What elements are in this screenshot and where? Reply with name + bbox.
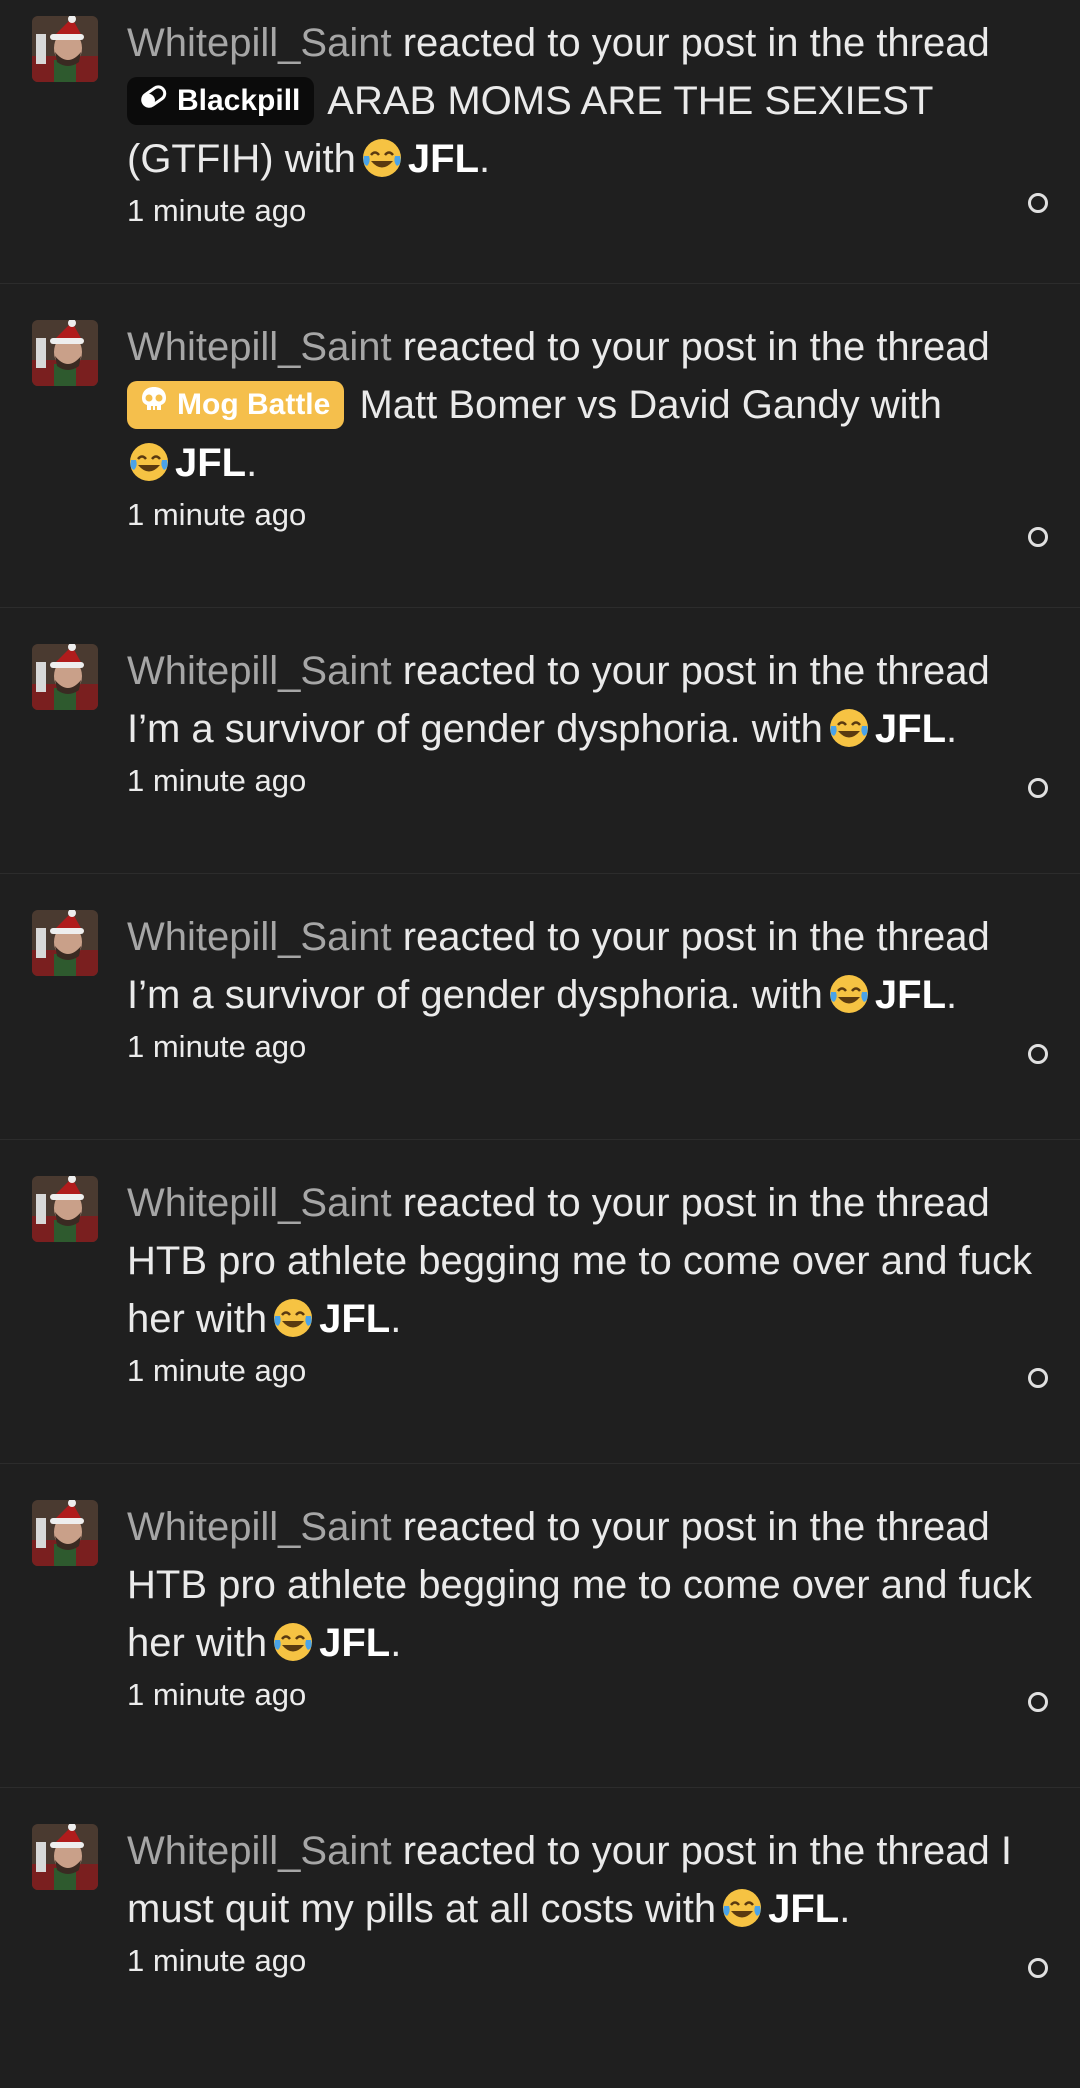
notification-text: Whitepill_Saint reacted to your post in … [127, 1498, 1047, 1787]
face-with-tears-of-joy-icon [827, 706, 871, 750]
action-text: reacted to your post in the thread [402, 21, 990, 65]
timestamp: 1 minute ago [127, 1029, 307, 1064]
avatar[interactable] [32, 1500, 98, 1566]
notification-text: Whitepill_Saint reacted to your post in … [127, 14, 1047, 283]
notification-list: Whitepill_Saint reacted to your post in … [0, 0, 1080, 2088]
timestamp: 1 minute ago [127, 1677, 307, 1712]
face-with-tears-of-joy-icon [827, 972, 871, 1016]
notification-text: Whitepill_Saint reacted to your post in … [127, 908, 1047, 1139]
avatar[interactable] [32, 910, 98, 976]
username-link[interactable]: Whitepill_Saint [127, 915, 392, 959]
face-with-tears-of-joy-icon [271, 1620, 315, 1664]
read-status-circle-icon[interactable] [1028, 1958, 1048, 1978]
reaction-label: JFL [407, 137, 480, 181]
reaction-label: JFL [768, 1887, 840, 1931]
notification-item[interactable]: Whitepill_Saint reacted to your post in … [0, 608, 1080, 874]
period-text: . [946, 707, 958, 751]
reaction-label: JFL [175, 441, 247, 485]
avatar[interactable] [32, 16, 98, 82]
action-text: reacted to your post in the thread [402, 649, 990, 693]
username-link[interactable]: Whitepill_Saint [127, 1505, 392, 1549]
avatar[interactable] [32, 644, 98, 710]
with-text: with [284, 137, 356, 181]
avatar[interactable] [32, 320, 98, 386]
notification-item[interactable]: Whitepill_Saint reacted to your post in … [0, 0, 1080, 284]
timestamp: 1 minute ago [127, 497, 307, 532]
notification-text: Whitepill_Saint reacted to your post in … [127, 642, 1047, 873]
username-link[interactable]: Whitepill_Saint [127, 649, 392, 693]
action-text: reacted to your post in the thread [402, 1181, 990, 1225]
thread-prefix-tag[interactable]: Mog Battle [127, 381, 345, 429]
thread-prefix-tag[interactable]: Blackpill [127, 77, 315, 125]
notification-item[interactable]: Whitepill_Saint reacted to your post in … [0, 1140, 1080, 1464]
read-status-circle-icon[interactable] [1028, 1692, 1048, 1712]
action-text: reacted to your post in the thread [402, 1505, 990, 1549]
thread-title-link[interactable]: Matt Bomer vs David Gandy [359, 383, 859, 427]
period-text: . [246, 441, 258, 485]
read-status-circle-icon[interactable] [1028, 778, 1048, 798]
username-link[interactable]: Whitepill_Saint [127, 21, 392, 65]
notification-text: Whitepill_Saint reacted to your post in … [127, 1822, 1047, 2088]
face-with-tears-of-joy-icon [360, 136, 404, 180]
username-link[interactable]: Whitepill_Saint [127, 1829, 392, 1873]
face-with-tears-of-joy-icon [720, 1886, 764, 1930]
period-text: . [390, 1621, 402, 1665]
face-with-tears-of-joy-icon [127, 440, 171, 484]
notification-item[interactable]: Whitepill_Saint reacted to your post in … [0, 874, 1080, 1140]
action-text: reacted to your post in the thread [402, 325, 990, 369]
notification-text: Whitepill_Saint reacted to your post in … [127, 1174, 1047, 1463]
reaction-label: JFL [319, 1621, 391, 1665]
avatar[interactable] [32, 1824, 98, 1890]
period-text: . [839, 1887, 851, 1931]
prefix-label: Mog Battle [177, 388, 331, 421]
avatar[interactable] [32, 1176, 98, 1242]
with-text: with [870, 383, 942, 427]
reaction-label: JFL [874, 707, 947, 751]
username-link[interactable]: Whitepill_Saint [127, 325, 392, 369]
period-text: . [946, 973, 958, 1017]
thread-title-link[interactable]: I’m a survivor of gender dysphoria. [127, 707, 741, 751]
timestamp: 1 minute ago [127, 1943, 307, 1978]
face-with-tears-of-joy-icon [271, 1296, 315, 1340]
reaction-label: JFL [874, 973, 947, 1017]
action-text: reacted to your post in the thread [402, 1829, 990, 1873]
action-text: reacted to your post in the thread [402, 915, 990, 959]
notification-item[interactable]: Whitepill_Saint reacted to your post in … [0, 284, 1080, 608]
username-link[interactable]: Whitepill_Saint [127, 1181, 392, 1225]
reaction-label: JFL [319, 1297, 391, 1341]
read-status-circle-icon[interactable] [1028, 1044, 1048, 1064]
with-text: with [195, 1621, 268, 1665]
read-status-circle-icon[interactable] [1028, 1368, 1048, 1388]
timestamp: 1 minute ago [127, 763, 307, 798]
skull-icon [139, 381, 169, 429]
with-text: with [751, 707, 823, 751]
with-text: with [195, 1297, 268, 1341]
read-status-circle-icon[interactable] [1028, 193, 1048, 213]
thread-title-link[interactable]: I’m a survivor of gender dysphoria. [127, 973, 741, 1017]
notification-item[interactable]: Whitepill_Saint reacted to your post in … [0, 1464, 1080, 1788]
read-status-circle-icon[interactable] [1028, 527, 1048, 547]
pill-icon [139, 77, 169, 125]
period-text: . [390, 1297, 402, 1341]
period-text: . [479, 137, 491, 181]
prefix-label: Blackpill [177, 84, 301, 117]
timestamp: 1 minute ago [127, 193, 307, 228]
notification-item[interactable]: Whitepill_Saint reacted to your post in … [0, 1788, 1080, 2088]
with-text: with [751, 973, 823, 1017]
timestamp: 1 minute ago [127, 1353, 307, 1388]
with-text: with [644, 1887, 717, 1931]
notification-text: Whitepill_Saint reacted to your post in … [127, 318, 1047, 607]
